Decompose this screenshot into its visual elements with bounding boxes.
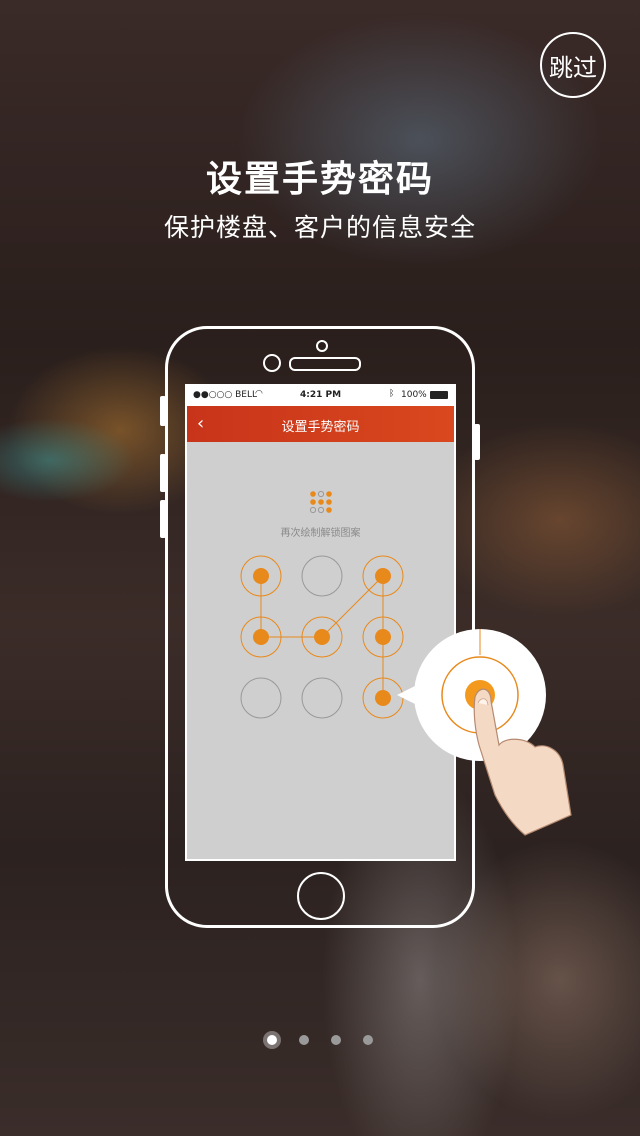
pattern-node[interactable] <box>301 677 343 719</box>
pattern-node[interactable] <box>240 677 282 719</box>
page-title: 设置手势密码 <box>205 159 434 200</box>
page-subtitle: 保护楼盘、客户的信息安全 <box>163 213 476 242</box>
phone-sensor <box>316 340 328 352</box>
pattern-node-dot <box>253 568 269 584</box>
page-dot-active[interactable] <box>267 1035 277 1045</box>
page-dot[interactable] <box>363 1035 373 1045</box>
pattern-node-dot <box>314 629 330 645</box>
touch-callout <box>397 629 572 836</box>
pattern-node-dot <box>253 629 269 645</box>
phone-camera <box>263 354 281 372</box>
phone-speaker <box>289 357 361 371</box>
skip-button[interactable]: 跳过 <box>540 32 606 98</box>
page-dot[interactable] <box>331 1035 341 1045</box>
pattern-node-dot <box>375 568 391 584</box>
pattern-node-dot <box>375 629 391 645</box>
phone-volume-down <box>160 500 166 538</box>
phone-mute-switch <box>160 396 166 426</box>
phone-home-button <box>297 872 345 920</box>
phone-volume-up <box>160 454 166 492</box>
pattern-line <box>321 575 384 638</box>
pattern-node[interactable] <box>301 555 343 597</box>
pattern-node-dot <box>375 690 391 706</box>
page-dot[interactable] <box>299 1035 309 1045</box>
phone-power-button <box>474 424 480 460</box>
